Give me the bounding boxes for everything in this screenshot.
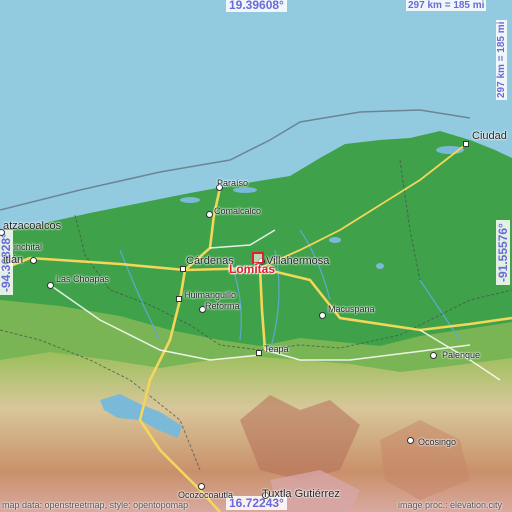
label-ocozocoautla: Ocozocoautla [178, 490, 234, 500]
lake-2 [376, 263, 384, 269]
label-cardenas: Cárdenas [186, 255, 234, 267]
label-ocosingo: Ocosingo [418, 437, 457, 447]
city-marker-teapa[interactable] [256, 350, 262, 356]
label-minor-left: inchital [14, 242, 43, 252]
label-huimanguillo: Huimanguillo [184, 290, 237, 300]
top-latitude: 19.39608° [226, 0, 287, 12]
city-marker-ciudad[interactable] [463, 141, 469, 147]
label-minatitlan: itlán [3, 254, 24, 266]
label-las-choapas: Las Choapas [56, 274, 110, 284]
label-tuxtla: Tuxtla Gutiérrez [262, 488, 340, 500]
lagoon-west [180, 197, 200, 203]
label-coatzacoalcos: atzacoalcos [3, 220, 62, 232]
location-label[interactable]: Lomitas [229, 262, 275, 276]
label-comalcalco: Comalcalco [214, 206, 262, 216]
city-marker-huimanguillo[interactable] [176, 296, 182, 302]
label-teapa: Teapa [264, 344, 289, 354]
city-marker-macuspana[interactable] [319, 312, 326, 319]
scale-horizontal: 297 km = 185 mi [406, 0, 487, 11]
scale-vertical: 297 km = 185 mi [496, 19, 507, 100]
attribution-image-proc: image proc.: elevation.city [398, 500, 503, 510]
label-palenque: Palenque [442, 350, 481, 360]
city-marker-ocosingo[interactable] [407, 437, 414, 444]
city-marker-palenque[interactable] [430, 352, 437, 359]
label-macuspana: Macuspana [328, 304, 375, 314]
label-paraiso: Paraíso [217, 178, 249, 188]
topographic-map[interactable]: 19.39608° 16.72243° -94.36828° -91.55576… [0, 0, 512, 512]
label-villahermosa: Villahermosa [266, 255, 330, 267]
label-ciudad: Ciudad [472, 130, 507, 142]
label-reforma: Reforma [205, 301, 240, 311]
lake-1 [329, 237, 341, 243]
city-marker-comalcalco[interactable] [206, 211, 213, 218]
city-marker-ocozocoautla[interactable] [198, 483, 205, 490]
attribution-map-data: map data: openstreetmap, style: opentopo… [2, 500, 189, 510]
city-marker-minatitlan[interactable] [30, 257, 37, 264]
city-marker-las-choapas[interactable] [47, 282, 54, 289]
right-longitude: -91.55576° [496, 220, 510, 285]
